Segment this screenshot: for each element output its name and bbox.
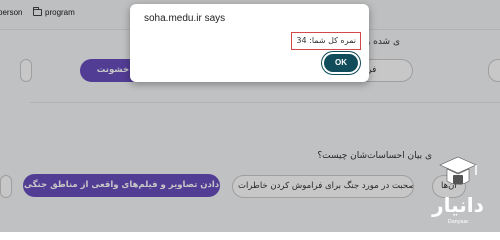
dialog-title: soha.medu.ir says	[144, 13, 226, 24]
alert-dialog: soha.medu.ir says نمره کل شما: 34 OK	[130, 4, 369, 82]
logo-name: دانیار	[432, 193, 484, 217]
graduation-cap-icon	[439, 156, 477, 185]
dialog-message: نمره کل شما: 34	[291, 32, 361, 50]
danyaar-logo: دانیار Danyaar	[420, 155, 496, 227]
logo-subtitle: Danyaar	[447, 219, 469, 225]
ok-button[interactable]: OK	[324, 54, 358, 72]
